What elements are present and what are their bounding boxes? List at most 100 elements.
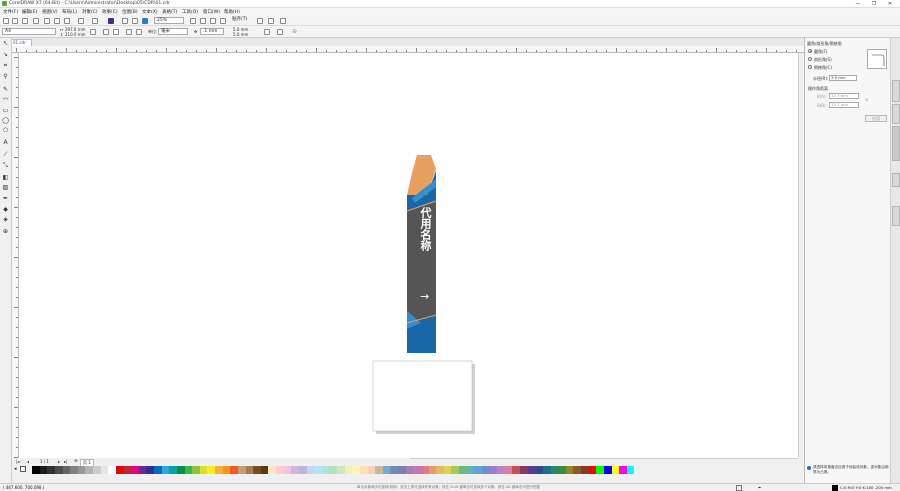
color-swatch[interactable]: [367, 466, 376, 474]
first-page-icon[interactable]: |◂: [16, 459, 19, 464]
copy-icon[interactable]: [54, 18, 60, 24]
polygon-tool-icon[interactable]: ⬠: [2, 127, 9, 134]
color-swatch[interactable]: [184, 466, 193, 474]
color-swatch[interactable]: [497, 466, 505, 474]
color-swatch[interactable]: [108, 466, 116, 474]
color-swatch[interactable]: [161, 466, 170, 474]
color-swatch[interactable]: [581, 466, 589, 474]
page-board[interactable]: [372, 360, 473, 432]
freehand-tool-icon[interactable]: ✎: [2, 86, 9, 93]
color-swatch[interactable]: [474, 466, 482, 474]
menu-view[interactable]: 视图(V): [42, 9, 58, 15]
color-swatch[interactable]: [535, 466, 543, 474]
menu-effects[interactable]: 效果(C): [102, 9, 118, 15]
all-pages-icon[interactable]: [126, 29, 132, 35]
docker-tab-4[interactable]: [892, 173, 900, 187]
color-swatch[interactable]: [321, 466, 330, 474]
quick-customize-icon[interactable]: [277, 29, 283, 35]
transparency-tool-icon[interactable]: ▨: [2, 184, 9, 191]
color-swatch[interactable]: [39, 466, 48, 474]
color-swatch[interactable]: [298, 466, 307, 474]
connector-tool-icon[interactable]: ⤡: [2, 162, 9, 169]
docker-tab-3[interactable]: [892, 126, 900, 161]
color-swatch[interactable]: [504, 466, 513, 474]
duplicate-y-value[interactable]: 5.0 mm: [233, 32, 248, 37]
page-size-select[interactable]: A4: [2, 28, 56, 35]
color-swatch[interactable]: [481, 466, 490, 474]
save-icon[interactable]: [22, 18, 28, 24]
apply-button[interactable]: 应用: [865, 115, 887, 122]
fullscreen-icon[interactable]: [190, 18, 196, 24]
color-swatch[interactable]: [253, 466, 261, 474]
drop-shadow-tool-icon[interactable]: ◧: [2, 174, 9, 181]
next-page-icon[interactable]: ▸: [58, 459, 60, 464]
drawing-canvas[interactable]: 代用名称 →: [19, 53, 798, 458]
color-swatch[interactable]: [405, 466, 414, 474]
menu-window[interactable]: 窗口(W): [203, 9, 220, 15]
docker-tab-5[interactable]: [892, 206, 900, 226]
show-rulers-icon[interactable]: [200, 18, 206, 24]
nudge-distance-input[interactable]: .1 mm: [200, 28, 224, 35]
color-swatch[interactable]: [558, 466, 566, 474]
docker-tab-2[interactable]: [892, 104, 900, 124]
color-swatch[interactable]: [443, 466, 452, 474]
menu-file[interactable]: 文件(F): [3, 9, 18, 15]
color-swatch[interactable]: [428, 466, 437, 474]
color-swatch[interactable]: [390, 466, 398, 474]
color-swatch[interactable]: [573, 466, 581, 474]
artistic-media-icon[interactable]: 〰: [2, 96, 9, 103]
treat-as-filled-icon[interactable]: [264, 29, 270, 35]
menu-edit[interactable]: 编辑(E): [22, 9, 37, 15]
landscape-icon[interactable]: [113, 29, 119, 35]
color-swatch[interactable]: [436, 466, 444, 474]
last-page-icon[interactable]: ▸|: [64, 459, 67, 464]
color-swatch[interactable]: [215, 466, 223, 474]
signage-pillar[interactable]: [406, 155, 437, 353]
pick-tool-icon[interactable]: ↖: [2, 40, 9, 47]
color-swatch[interactable]: [291, 466, 299, 474]
lock-icon[interactable]: ⊞: [865, 97, 868, 102]
open-icon[interactable]: [12, 18, 18, 24]
application-launcher-icon[interactable]: [268, 18, 274, 24]
add-page-size-icon[interactable]: [90, 29, 96, 35]
snap-to-dropdown[interactable]: 贴齐(T): [230, 17, 252, 24]
ellipse-tool-icon[interactable]: ◯: [2, 117, 9, 124]
rectangle-tool-icon[interactable]: ▭: [2, 107, 9, 114]
color-swatch[interactable]: [352, 466, 360, 474]
show-guides-icon[interactable]: [220, 18, 226, 24]
color-swatch[interactable]: [382, 466, 391, 474]
color-swatch[interactable]: [466, 466, 475, 474]
color-swatch[interactable]: [70, 466, 78, 474]
color-swatch[interactable]: [611, 466, 620, 474]
scallop-radio[interactable]: [808, 57, 812, 61]
color-swatch[interactable]: [260, 466, 269, 474]
options-icon[interactable]: [257, 18, 263, 24]
show-grid-icon[interactable]: [210, 18, 216, 24]
color-swatch[interactable]: [550, 466, 559, 474]
color-swatch[interactable]: [619, 466, 627, 474]
color-swatch[interactable]: [192, 466, 200, 474]
color-swatch[interactable]: [123, 466, 132, 474]
print-icon[interactable]: [33, 18, 39, 24]
corner-b-input[interactable]: 12.7 mm: [829, 102, 859, 108]
color-swatch[interactable]: [237, 466, 246, 474]
horizontal-ruler[interactable]: [12, 46, 804, 53]
horizontal-scrollbar[interactable]: [410, 458, 798, 464]
color-swatch[interactable]: [542, 466, 551, 474]
color-swatch[interactable]: [596, 466, 604, 474]
portrait-icon[interactable]: [103, 29, 109, 35]
color-swatch[interactable]: [100, 466, 109, 474]
radius-input[interactable]: 3.0 mm: [829, 75, 857, 81]
color-swatch[interactable]: [138, 466, 147, 474]
color-swatch[interactable]: [146, 466, 154, 474]
menu-tools[interactable]: 工具(O): [182, 9, 198, 15]
eyedropper-tool-icon[interactable]: ✒: [2, 195, 9, 202]
corner-a-input[interactable]: 12.7 mm: [829, 93, 859, 99]
menu-layout[interactable]: 布局(L): [62, 9, 77, 15]
cut-icon[interactable]: [44, 18, 50, 24]
palette-scroll-left-icon[interactable]: ◂: [14, 466, 17, 472]
color-swatch[interactable]: [131, 466, 139, 474]
color-swatch[interactable]: [306, 466, 315, 474]
crop-tool-icon[interactable]: ⌗: [2, 62, 9, 69]
smart-fill-icon[interactable]: ◈: [2, 216, 9, 223]
